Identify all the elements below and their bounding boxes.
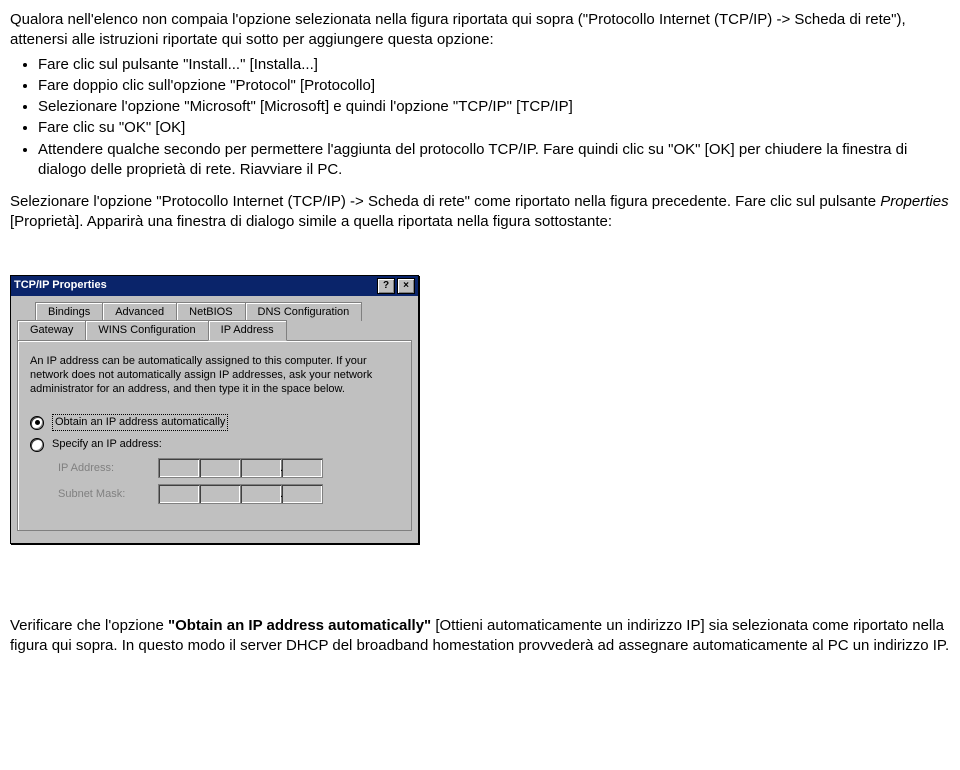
bullet-item: Fare clic sul pulsante "Install..." [Ins… <box>38 55 950 75</box>
properties-italic: Properties <box>880 193 948 210</box>
radio-specify-ip[interactable] <box>30 438 44 452</box>
dialog-title: TCP/IP Properties <box>14 278 107 293</box>
dialog-titlebar: TCP/IP Properties ? × <box>11 276 418 296</box>
tcpip-properties-dialog: TCP/IP Properties ? × Bindings Advanced … <box>10 275 419 545</box>
para2-text-c: [Proprietà]. Apparirà una finestra di di… <box>10 213 612 230</box>
tab-dns-configuration[interactable]: DNS Configuration <box>245 302 363 322</box>
para2-text-a: Selezionare l'opzione "Protocollo Intern… <box>10 193 880 210</box>
bullet-item: Fare clic su "OK" [OK] <box>38 118 950 138</box>
bullet-item: Attendere qualche secondo per permettere… <box>38 140 950 181</box>
radio-obtain-auto[interactable] <box>30 416 44 430</box>
tab-strip: Bindings Advanced NetBIOS DNS Configurat… <box>17 302 412 532</box>
ip-address-input[interactable] <box>158 458 323 478</box>
radio-specify-ip-label: Specify an IP address: <box>52 437 162 452</box>
tab-bindings[interactable]: Bindings <box>35 302 103 322</box>
close-button[interactable]: × <box>397 278 415 294</box>
tab-ip-address[interactable]: IP Address <box>208 320 287 341</box>
subnet-mask-input[interactable] <box>158 484 323 504</box>
subnet-mask-label: Subnet Mask: <box>58 487 148 502</box>
intro-bullets: Fare clic sul pulsante "Install..." [Ins… <box>10 55 950 181</box>
tab-panel-ip-address: An IP address can be automatically assig… <box>17 340 412 531</box>
radio-obtain-auto-label: Obtain an IP address automatically <box>52 414 228 431</box>
tab-advanced[interactable]: Advanced <box>102 302 177 322</box>
tab-netbios[interactable]: NetBIOS <box>176 302 245 322</box>
help-button[interactable]: ? <box>377 278 395 294</box>
select-option-paragraph: Selezionare l'opzione "Protocollo Intern… <box>10 192 950 233</box>
tab-wins-configuration[interactable]: WINS Configuration <box>85 320 208 340</box>
bullet-item: Selezionare l'opzione "Microsoft" [Micro… <box>38 97 950 117</box>
ip-address-description: An IP address can be automatically assig… <box>30 355 399 396</box>
verify-paragraph: Verificare che l'opzione "Obtain an IP a… <box>10 616 950 657</box>
verify-text-pre: Verificare che l'opzione <box>10 617 168 634</box>
intro-paragraph: Qualora nell'elenco non compaia l'opzion… <box>10 10 950 51</box>
ip-address-label: IP Address: <box>58 461 148 476</box>
tab-gateway[interactable]: Gateway <box>17 320 86 340</box>
dialog-figure: TCP/IP Properties ? × Bindings Advanced … <box>10 275 950 545</box>
verify-option-bold: "Obtain an IP address automatically" <box>168 617 431 634</box>
bullet-item: Fare doppio clic sull'opzione "Protocol"… <box>38 76 950 96</box>
